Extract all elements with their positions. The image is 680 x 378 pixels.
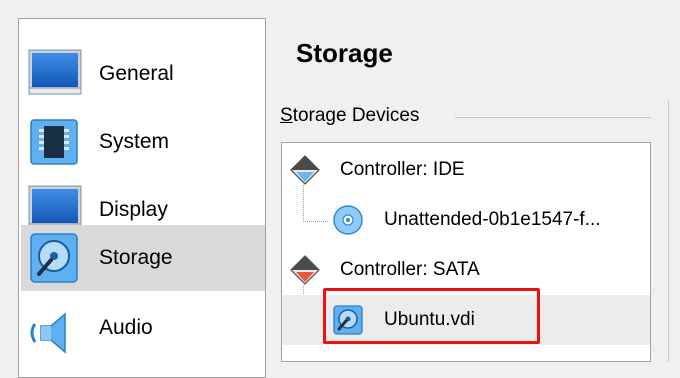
monitor-icon [25,44,85,104]
chip-icon [25,112,85,172]
disk-icon [25,228,85,288]
group-divider [455,117,651,119]
sidebar-item-label: Audio [99,316,153,339]
sidebar-item-label: Storage [99,246,173,269]
pane-divider [668,100,669,362]
tree-item-label: Controller: IDE [340,159,465,180]
sidebar-item-general[interactable]: General [21,41,265,107]
annotation-highlight-box [323,288,540,344]
optical-disc-icon [332,204,364,236]
sata-controller-icon [288,253,322,287]
sidebar-item-label: Display [99,198,168,221]
tree-item-label: Unattended-0b1e1547-f... [384,209,601,230]
settings-category-list: General System Display Storage Audio [18,18,266,378]
tree-item-optical-attachment[interactable]: Unattended-0b1e1547-f... [282,195,650,245]
sidebar-item-label: System [99,130,170,153]
page-title: Storage [296,38,393,68]
storage-devices-group-label: Storage Devices [280,105,428,127]
sidebar-item-audio[interactable]: Audio [21,295,265,361]
tree-item-label: Controller: SATA [340,259,480,280]
tree-item-controller-ide[interactable]: Controller: IDE [282,145,650,195]
sidebar-item-label: General [99,62,174,85]
speaker-icon [25,298,85,358]
ide-controller-icon [288,153,322,187]
sidebar-item-system[interactable]: System [21,109,265,175]
sidebar-item-storage[interactable]: Storage [21,225,265,291]
